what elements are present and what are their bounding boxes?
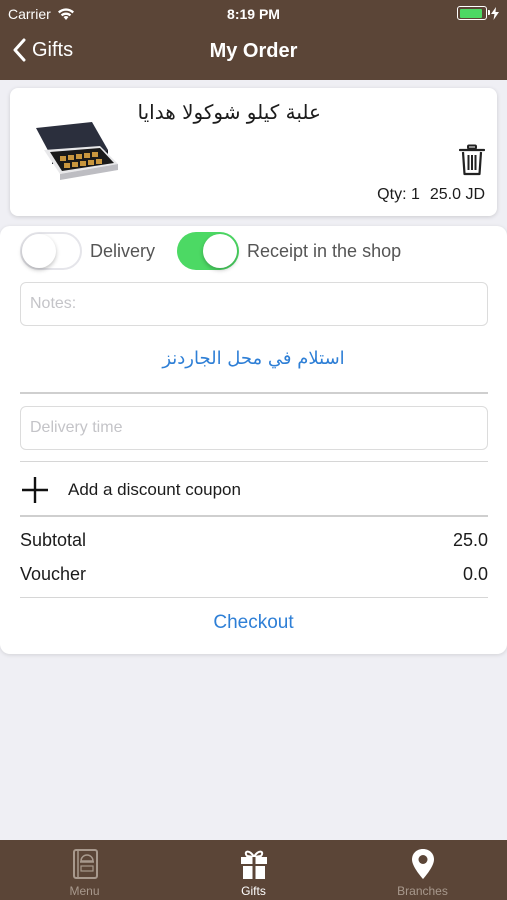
- back-button[interactable]: Gifts: [12, 38, 73, 62]
- tab-branches[interactable]: Branches: [338, 840, 507, 900]
- voucher-label: Voucher: [20, 564, 87, 584]
- quantity-price-row: Qty: 1 25.0 JD: [377, 186, 485, 204]
- divider: [20, 392, 488, 394]
- product-image: [36, 122, 118, 180]
- plus-icon: [22, 477, 48, 503]
- quantity-label: Qty: 1: [377, 186, 420, 203]
- branch-select-link[interactable]: استلام في محل الجاردنز: [0, 348, 507, 369]
- order-options-card: Delivery Receipt in the shop استلام في م…: [0, 226, 507, 654]
- delivery-toggle[interactable]: [20, 232, 82, 270]
- location-pin-icon: [411, 849, 434, 879]
- battery-icon: [457, 6, 490, 20]
- status-right: [457, 6, 499, 20]
- notes-input[interactable]: [20, 282, 488, 326]
- tab-menu[interactable]: Menu: [0, 840, 169, 900]
- delivery-time-input[interactable]: [20, 406, 488, 450]
- voucher-value: 0.0: [462, 564, 488, 584]
- add-coupon-button[interactable]: Add a discount coupon: [20, 474, 241, 506]
- menu-book-icon: [72, 849, 98, 879]
- gift-icon: [240, 850, 267, 879]
- tab-label: Branches: [397, 884, 448, 898]
- coupon-label: Add a discount coupon: [68, 480, 241, 499]
- product-name: علبة كيلو شوكولا هدايا: [137, 100, 321, 124]
- back-label: Gifts: [32, 38, 74, 61]
- voucher-row: Voucher 0.0: [20, 564, 488, 585]
- subtotal-row: Subtotal 25.0: [20, 530, 488, 551]
- page-title: My Order: [209, 40, 298, 62]
- tab-gifts[interactable]: Gifts: [169, 840, 338, 900]
- toggle-knob: [203, 234, 237, 268]
- status-time: 8:19 PM: [227, 6, 280, 22]
- toggle-knob: [22, 234, 56, 268]
- delivery-label: Delivery: [90, 241, 156, 261]
- navigation-bar: Gifts My Order: [0, 28, 507, 80]
- charging-bolt-icon: [491, 6, 499, 20]
- tab-label: Gifts: [241, 884, 266, 898]
- tab-label: Menu: [69, 884, 100, 898]
- tab-bar: Menu Gifts Branches: [0, 840, 507, 900]
- checkout-button[interactable]: Checkout: [0, 612, 507, 634]
- item-price: 25.0 JD: [429, 186, 485, 203]
- pickup-toggle[interactable]: [177, 232, 239, 270]
- order-item-card: علبة كيلو شوكولا هدايا Qty: 1 25.0 JD: [10, 88, 497, 216]
- battery-level: [459, 8, 482, 18]
- status-bar: Carrier 8:19 PM: [0, 0, 507, 28]
- trash-icon[interactable]: [459, 144, 485, 176]
- divider: [20, 515, 488, 517]
- subtotal-value: 25.0: [452, 530, 488, 550]
- subtotal-label: Subtotal: [20, 530, 87, 550]
- chevron-left-icon: [13, 38, 26, 62]
- divider: [20, 461, 488, 462]
- divider: [20, 597, 488, 598]
- pickup-label: Receipt in the shop: [247, 241, 402, 261]
